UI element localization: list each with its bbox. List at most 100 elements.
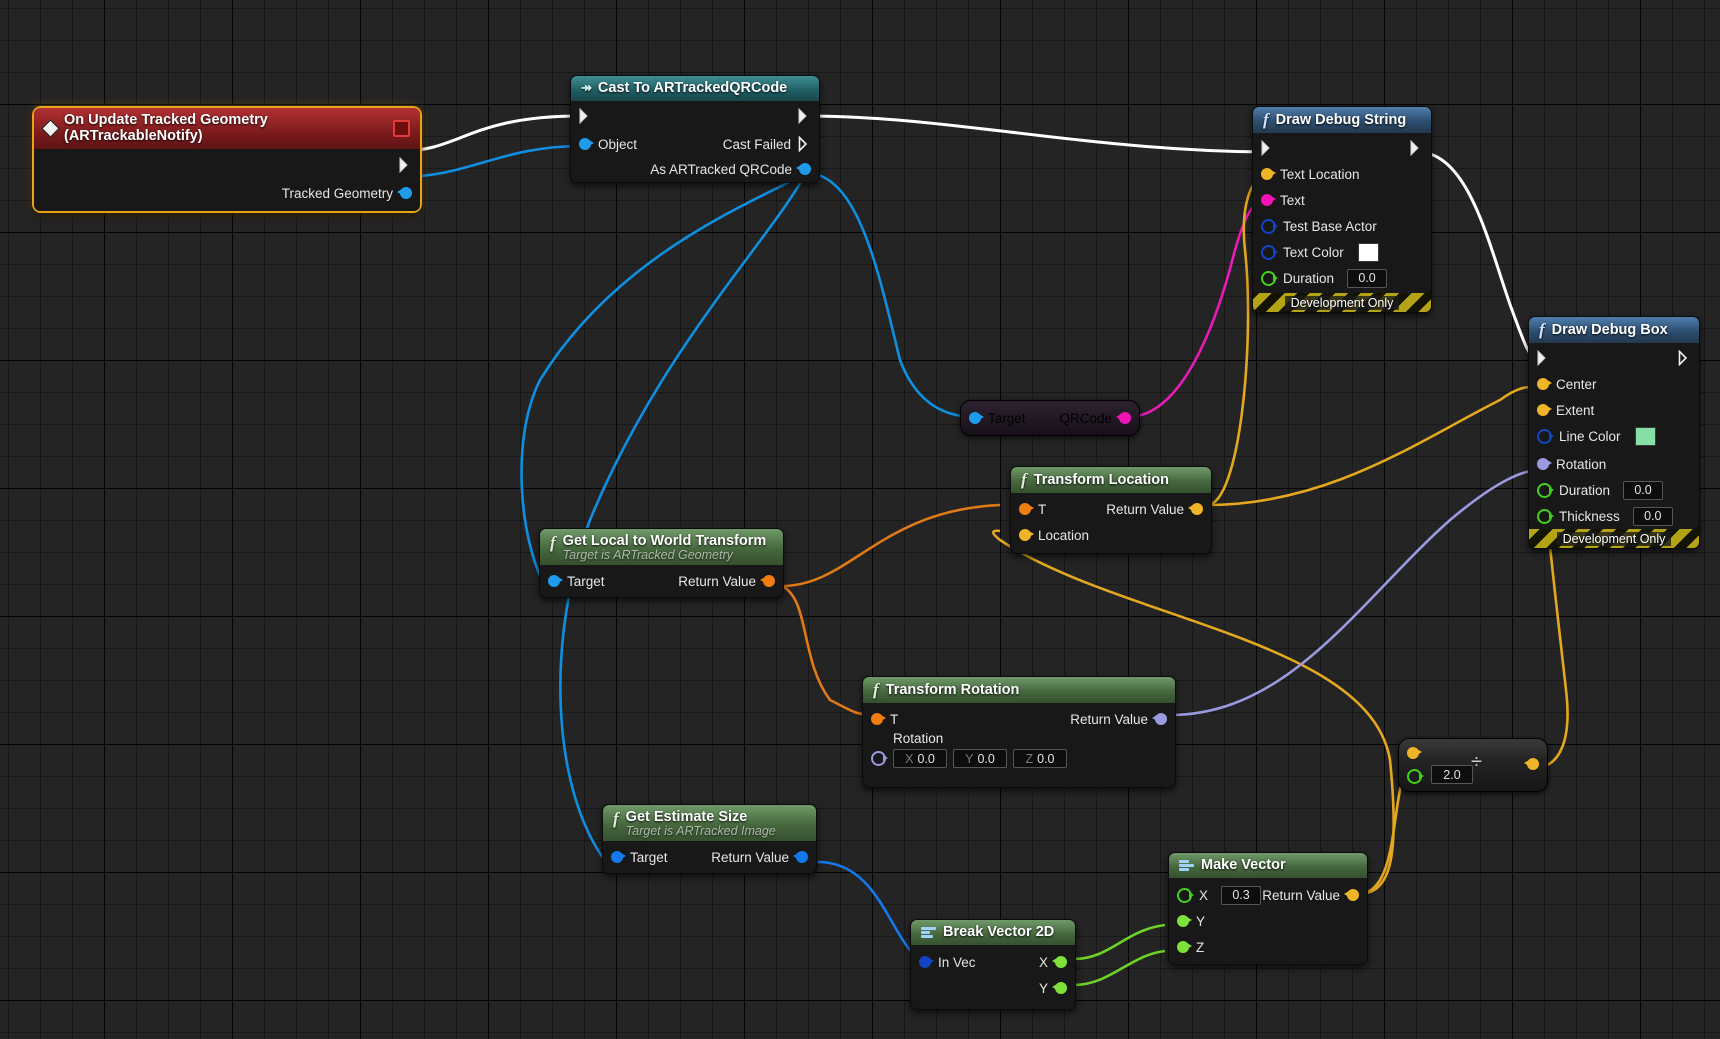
pin-in-exec[interactable]: [1253, 136, 1282, 160]
struct-pin-icon[interactable]: [1261, 244, 1278, 260]
exec-pin-icon[interactable]: [1410, 140, 1423, 156]
node-get-qrcode[interactable]: Target QRCode: [960, 400, 1140, 436]
pin-in-duration[interactable]: Duration 0.0: [1529, 478, 1671, 502]
transform-pin-icon[interactable]: [1019, 503, 1034, 515]
pin-out-as-artracked-qrcode[interactable]: As ARTracked QRCode: [642, 157, 819, 181]
pin-in-test-base-actor[interactable]: Test Base Actor: [1253, 214, 1385, 238]
float-pin-icon[interactable]: [1177, 915, 1192, 927]
string-pin-icon[interactable]: [1261, 194, 1276, 206]
rotator-pin-icon[interactable]: [871, 751, 888, 766]
text-color-swatch[interactable]: [1357, 242, 1379, 262]
exec-pin-icon[interactable]: [1261, 140, 1274, 156]
exec-pin-hollow-icon[interactable]: [1678, 350, 1691, 366]
pin-in-rotation[interactable]: Rotation: [1529, 452, 1614, 476]
pin-out-y[interactable]: Y: [1031, 976, 1075, 1000]
node-draw-debug-box[interactable]: f Draw Debug Box Center Extent Line Colo…: [1528, 316, 1700, 549]
node-on-update-tracked-geometry[interactable]: On Update Tracked Geometry (ARTrackableN…: [32, 106, 422, 213]
pin-out-return-value[interactable]: Return Value: [1098, 497, 1211, 521]
struct-pin-icon[interactable]: [919, 956, 934, 968]
delegate-pin-icon[interactable]: [393, 119, 410, 137]
node-make-vector[interactable]: Make Vector X 0.3 Return Value Y Z: [1168, 852, 1368, 965]
pin-out-return-value[interactable]: Return Value: [1254, 883, 1367, 907]
node-break-vector-2d[interactable]: Break Vector 2D In Vec X Y: [910, 919, 1076, 1010]
node-get-local-to-world-transform[interactable]: f Get Local to World Transform Target is…: [539, 528, 784, 598]
pin-out-exec[interactable]: [18, 153, 420, 177]
exec-pin-hollow-icon[interactable]: [798, 136, 811, 152]
pin-in-extent[interactable]: Extent: [1529, 398, 1602, 422]
object-pin-icon[interactable]: [579, 138, 594, 150]
pin-in-target[interactable]: Target: [603, 845, 676, 869]
vector-pin-icon[interactable]: [1537, 404, 1552, 416]
duration-input[interactable]: 0.0: [1623, 480, 1664, 500]
pin-out-exec[interactable]: [1402, 136, 1431, 160]
float-pin-icon[interactable]: [1177, 887, 1194, 903]
node-transform-location[interactable]: f Transform Location T Return Value Loca…: [1010, 466, 1212, 554]
pin-out-cast-failed[interactable]: Cast Failed: [715, 132, 819, 156]
pin-in-location[interactable]: Location: [1011, 523, 1097, 547]
string-pin-icon[interactable]: [1116, 412, 1131, 424]
exec-pin-icon[interactable]: [399, 157, 412, 173]
float-pin-icon[interactable]: [1407, 769, 1424, 784]
node-divide[interactable]: 2.0 ÷: [1398, 738, 1548, 792]
pin-in-object[interactable]: Object: [571, 132, 645, 156]
vector-pin-icon[interactable]: [1407, 747, 1422, 759]
pin-in-line-color[interactable]: Line Color: [1529, 424, 1664, 448]
rotation-y-input[interactable]: Y 0.0: [953, 749, 1007, 768]
pin-in-exec[interactable]: [1529, 346, 1558, 370]
float-pin-icon[interactable]: [1052, 956, 1067, 968]
pin-in-in-vec[interactable]: In Vec: [911, 950, 984, 974]
blueprint-graph-canvas[interactable]: On Update Tracked Geometry (ARTrackableN…: [0, 0, 1720, 1039]
pin-in-duration[interactable]: Duration 0.0: [1253, 266, 1395, 290]
object-pin-icon[interactable]: [397, 187, 412, 199]
thickness-input[interactable]: 0.0: [1632, 506, 1673, 526]
struct-pin-icon[interactable]: [793, 851, 808, 863]
object-pin-icon[interactable]: [548, 575, 563, 587]
float-pin-icon[interactable]: [1261, 270, 1278, 286]
rotator-pin-icon[interactable]: [1152, 713, 1167, 725]
pin-in-text-location[interactable]: Text Location: [1253, 162, 1368, 186]
pin-out-return-value[interactable]: Return Value: [1062, 707, 1175, 731]
pin-out-exec[interactable]: [790, 104, 819, 128]
pin-in-text[interactable]: Text: [1253, 188, 1313, 212]
struct-pin-icon[interactable]: [1537, 428, 1554, 444]
node-transform-rotation[interactable]: f Transform Rotation T Return Value Rota…: [862, 676, 1176, 788]
float-pin-icon[interactable]: [1537, 482, 1554, 498]
vector-pin-icon[interactable]: [1019, 529, 1034, 541]
divide-b-input[interactable]: 2.0: [1431, 765, 1473, 784]
pin-out-x[interactable]: X: [1031, 950, 1075, 974]
rotator-pin-icon[interactable]: [1537, 458, 1552, 470]
exec-pin-icon[interactable]: [798, 108, 811, 124]
rotation-x-input[interactable]: X 0.0: [893, 749, 947, 768]
node-draw-debug-string[interactable]: f Draw Debug String Text Location Text T…: [1252, 106, 1432, 313]
object-pin-icon[interactable]: [1261, 218, 1278, 234]
object-pin-icon[interactable]: [969, 412, 984, 424]
pin-in-t[interactable]: T: [863, 707, 906, 731]
exec-pin-icon[interactable]: [579, 108, 592, 124]
pin-in-thickness[interactable]: Thickness 0.0: [1529, 504, 1681, 528]
vector-pin-icon[interactable]: [1188, 503, 1203, 515]
line-color-swatch[interactable]: [1634, 426, 1656, 446]
pin-in-z[interactable]: Z: [1169, 935, 1212, 959]
node-cast-to-artrackedqrcode[interactable]: ↠ Cast To ARTrackedQRCode Object Cast Fa…: [570, 75, 820, 183]
pin-in-t[interactable]: T: [1011, 497, 1054, 521]
float-pin-icon[interactable]: [1052, 982, 1067, 994]
object-pin-icon[interactable]: [796, 163, 811, 175]
pin-in-text-color[interactable]: Text Color: [1253, 240, 1387, 264]
pin-out-return-value[interactable]: Return Value: [670, 569, 783, 593]
pin-in-target[interactable]: Target: [540, 569, 613, 593]
exec-pin-icon[interactable]: [1537, 350, 1550, 366]
float-pin-icon[interactable]: [1177, 941, 1192, 953]
node-get-estimate-size[interactable]: f Get Estimate Size Target is ARTracked …: [602, 804, 817, 874]
duration-input[interactable]: 0.0: [1347, 268, 1388, 288]
pin-out-exec[interactable]: [1670, 346, 1699, 370]
pin-out-return-value[interactable]: Return Value: [703, 845, 816, 869]
float-pin-icon[interactable]: [1537, 508, 1554, 524]
pin-in-y[interactable]: Y: [1169, 909, 1213, 933]
vector-pin-icon[interactable]: [1344, 889, 1359, 901]
vector-pin-icon[interactable]: [1261, 168, 1276, 180]
vector-pin-icon[interactable]: [1537, 378, 1552, 390]
transform-pin-icon[interactable]: [871, 713, 886, 725]
rotation-z-input[interactable]: Z 0.0: [1013, 749, 1067, 768]
pin-in-exec[interactable]: [571, 104, 600, 128]
transform-pin-icon[interactable]: [760, 575, 775, 587]
